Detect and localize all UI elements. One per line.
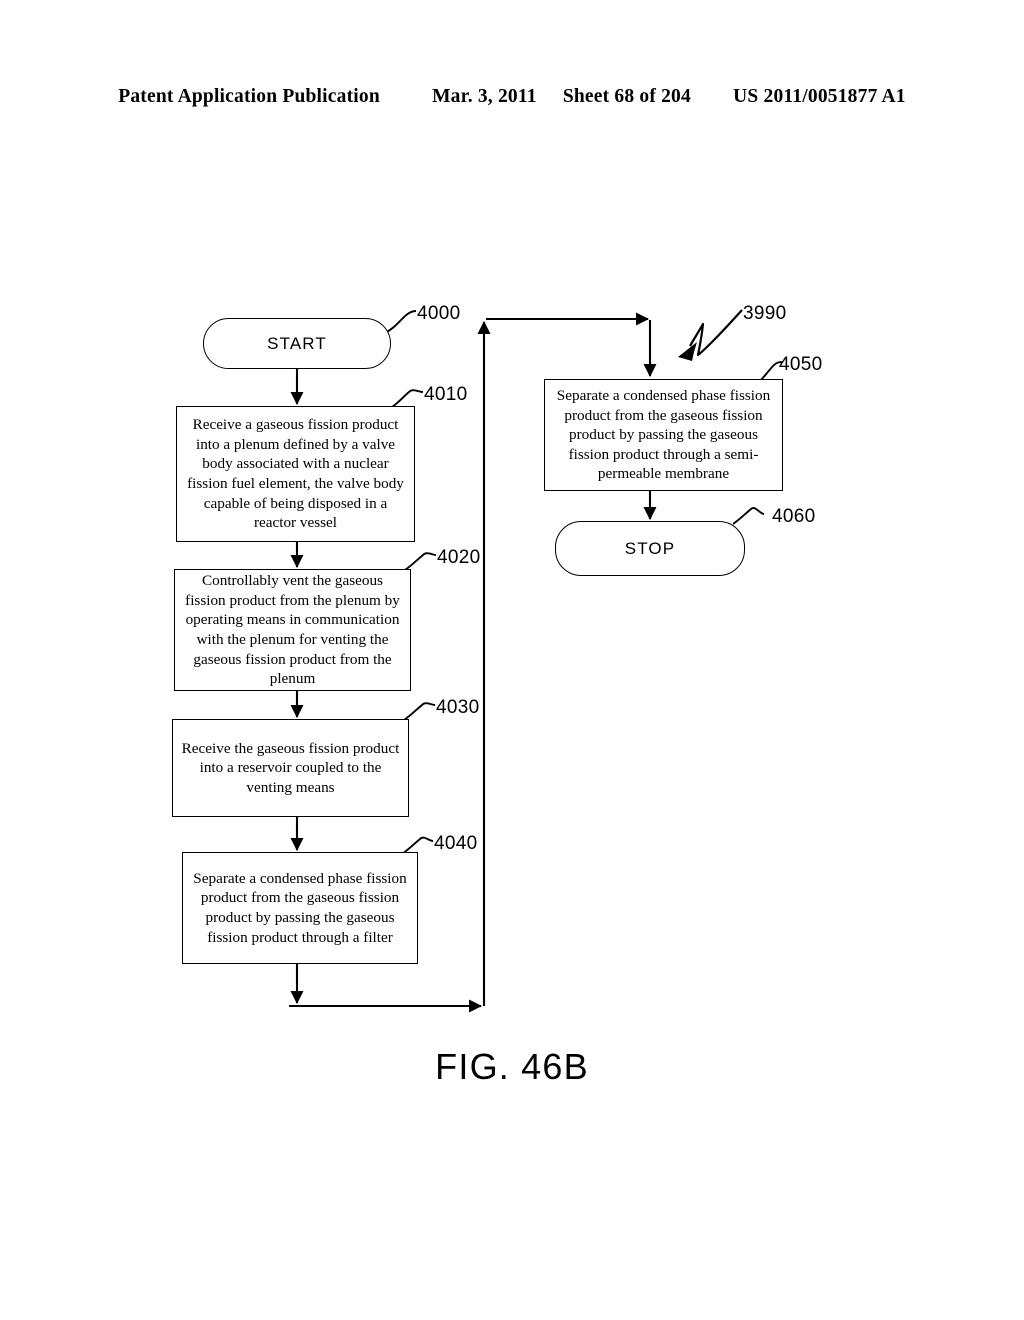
- node-step-4040[interactable]: Separate a condensed phase fission produ…: [182, 852, 418, 964]
- reference-numeral-4030: 4030: [436, 697, 480, 718]
- leader-line-3990: [689, 309, 743, 357]
- node-stop[interactable]: STOP: [555, 521, 745, 576]
- leader-line-4020: [404, 552, 437, 571]
- node-step-4020[interactable]: Controllably vent the gaseous fission pr…: [174, 569, 411, 691]
- node-stop-label: STOP: [624, 538, 676, 558]
- node-step-4050-label: Separate a condensed phase fission produ…: [556, 386, 771, 483]
- node-step-4010-label: Receive a gaseous fission product into a…: [187, 416, 404, 532]
- reference-numeral-4060: 4060: [772, 506, 816, 527]
- reference-numeral-4000: 4000: [417, 303, 461, 324]
- node-start[interactable]: START: [203, 318, 391, 369]
- node-step-4030-label: Receive the gaseous fission product into…: [181, 739, 400, 796]
- reference-numeral-4050: 4050: [779, 354, 823, 375]
- node-step-4050[interactable]: Separate a condensed phase fission produ…: [544, 379, 783, 491]
- leader-arrowhead-3990: [678, 342, 697, 361]
- node-step-4030[interactable]: Receive the gaseous fission product into…: [172, 719, 409, 817]
- leader-line-4060: [732, 507, 765, 525]
- flowchart-diagram: START Receive a gaseous fission product …: [0, 0, 1024, 1320]
- leader-line-4010: [391, 389, 424, 408]
- node-step-4010[interactable]: Receive a gaseous fission product into a…: [176, 406, 415, 542]
- reference-numeral-3990: 3990: [743, 303, 787, 324]
- reference-numeral-4040: 4040: [434, 833, 478, 854]
- reference-numeral-4020: 4020: [437, 547, 481, 568]
- reference-numeral-4010: 4010: [424, 384, 468, 405]
- node-start-label: START: [267, 333, 327, 353]
- node-step-4040-label: Separate a condensed phase fission produ…: [193, 869, 407, 946]
- node-step-4020-label: Controllably vent the gaseous fission pr…: [185, 572, 400, 688]
- leader-line-4000: [384, 310, 417, 334]
- flowchart-connectors: [289, 309, 784, 1013]
- leader-line-4030: [403, 702, 436, 721]
- figure-caption: FIG. 46B: [435, 1046, 589, 1087]
